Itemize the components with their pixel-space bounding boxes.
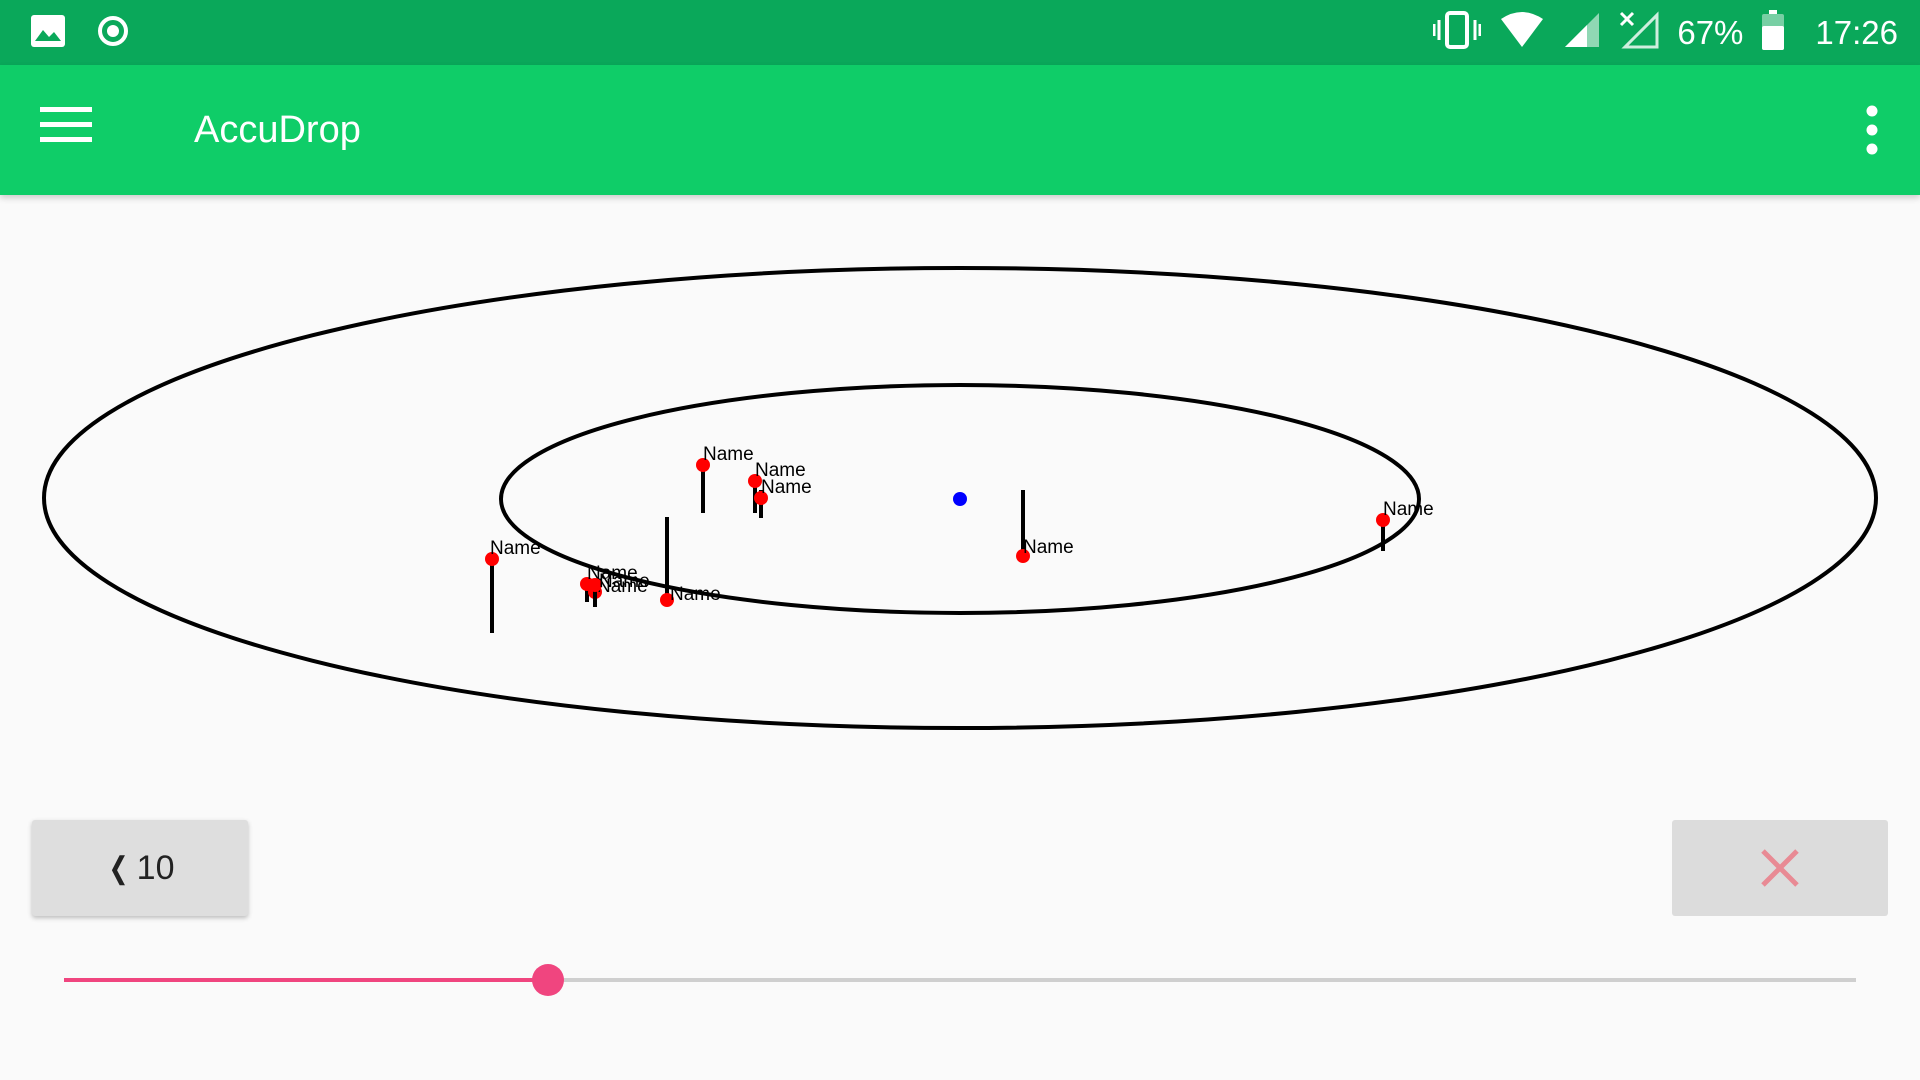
- drop-label: Name: [490, 538, 541, 559]
- record-icon: [96, 14, 130, 53]
- drop-label: Name: [670, 584, 721, 605]
- drop-label: Name: [1383, 499, 1434, 520]
- menu-icon: [40, 107, 92, 142]
- no-signal-icon: [1619, 11, 1659, 54]
- close-icon: [1761, 849, 1799, 887]
- drop-label: Name: [599, 571, 650, 592]
- drop-label: Name: [703, 444, 754, 465]
- cell-signal-icon: [1563, 11, 1601, 54]
- drop-label: Name: [761, 477, 812, 498]
- time-slider[interactable]: [64, 960, 1856, 1000]
- battery-icon: [1761, 9, 1785, 56]
- drop-label: Name: [1023, 537, 1074, 558]
- clear-button[interactable]: [1672, 820, 1888, 916]
- battery-percent: 67%: [1677, 13, 1744, 51]
- target-canvas: NameNameNameNameNameName NameNameNameName: [42, 266, 1878, 730]
- clock: 17:26: [1815, 13, 1898, 51]
- back-ten-label: 10: [136, 848, 175, 887]
- drops-layer: NameNameNameNameNameName NameNameNameName: [485, 444, 1434, 633]
- back-ten-button[interactable]: ❮ 10: [32, 820, 248, 916]
- menu-button[interactable]: [40, 105, 110, 155]
- chevron-left-icon: ❮: [108, 851, 129, 885]
- more-options-button[interactable]: [1852, 105, 1892, 155]
- app-bar: AccuDrop: [0, 65, 1920, 195]
- image-icon: [30, 14, 66, 53]
- more-vert-icon: [1866, 105, 1878, 155]
- wifi-icon: [1499, 11, 1545, 54]
- status-bar: 67% 17:26: [0, 0, 1920, 65]
- target-center: [953, 492, 967, 506]
- vibrate-icon: [1432, 10, 1482, 55]
- slider-thumb[interactable]: [531, 964, 564, 996]
- slider-fill: [64, 978, 548, 982]
- drop-target-view[interactable]: Name Name Name Name Name Name Name Name Name Name: [0, 200, 1920, 760]
- app-title: AccuDrop: [194, 109, 361, 151]
